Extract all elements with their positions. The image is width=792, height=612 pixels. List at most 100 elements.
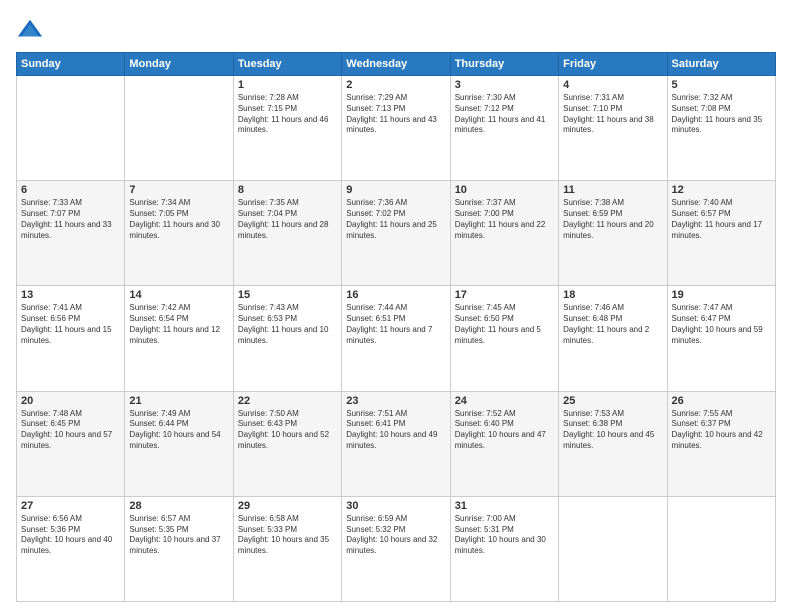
day-number: 5 bbox=[672, 79, 771, 91]
weekday-header-monday: Monday bbox=[125, 53, 233, 76]
day-number: 12 bbox=[672, 184, 771, 196]
logo-icon bbox=[16, 16, 44, 44]
weekday-header-sunday: Sunday bbox=[17, 53, 125, 76]
day-info: Sunrise: 7:42 AMSunset: 6:54 PMDaylight:… bbox=[129, 303, 228, 346]
weekday-header-friday: Friday bbox=[559, 53, 667, 76]
day-info: Sunrise: 7:32 AMSunset: 7:08 PMDaylight:… bbox=[672, 93, 771, 136]
day-info: Sunrise: 7:37 AMSunset: 7:00 PMDaylight:… bbox=[455, 198, 554, 241]
day-cell-12: 12 Sunrise: 7:40 AMSunset: 6:57 PMDayligh… bbox=[667, 181, 775, 286]
day-number: 13 bbox=[21, 289, 120, 301]
day-cell-14: 14 Sunrise: 7:42 AMSunset: 6:54 PMDayligh… bbox=[125, 286, 233, 391]
empty-cell bbox=[559, 496, 667, 601]
week-row-2: 6 Sunrise: 7:33 AMSunset: 7:07 PMDaylight… bbox=[17, 181, 776, 286]
day-number: 10 bbox=[455, 184, 554, 196]
week-row-1: 1 Sunrise: 7:28 AMSunset: 7:15 PMDaylight… bbox=[17, 76, 776, 181]
day-info: Sunrise: 6:56 AMSunset: 5:36 PMDaylight:… bbox=[21, 514, 120, 557]
day-number: 2 bbox=[346, 79, 445, 91]
week-row-5: 27Sunrise: 6:56 AMSunset: 5:36 PMDayligh… bbox=[17, 496, 776, 601]
day-info: Sunrise: 7:38 AMSunset: 6:59 PMDaylight:… bbox=[563, 198, 662, 241]
day-cell-2: 2 Sunrise: 7:29 AMSunset: 7:13 PMDaylight… bbox=[342, 76, 450, 181]
day-info: Sunrise: 6:59 AMSunset: 5:32 PMDaylight:… bbox=[346, 514, 445, 557]
day-info: Sunrise: 7:29 AMSunset: 7:13 PMDaylight:… bbox=[346, 93, 445, 136]
day-info: Sunrise: 7:36 AMSunset: 7:02 PMDaylight:… bbox=[346, 198, 445, 241]
day-number: 22 bbox=[238, 395, 337, 407]
weekday-header-tuesday: Tuesday bbox=[233, 53, 341, 76]
header bbox=[16, 16, 776, 44]
weekday-header-wednesday: Wednesday bbox=[342, 53, 450, 76]
day-info: Sunrise: 7:33 AMSunset: 7:07 PMDaylight:… bbox=[21, 198, 120, 241]
day-number: 30 bbox=[346, 500, 445, 512]
day-info: Sunrise: 7:40 AMSunset: 6:57 PMDaylight:… bbox=[672, 198, 771, 241]
day-number: 31 bbox=[455, 500, 554, 512]
day-cell-23: 23 Sunrise: 7:51 AMSunset: 6:41 PMDayligh… bbox=[342, 391, 450, 496]
day-number: 15 bbox=[238, 289, 337, 301]
weekday-header-row: SundayMondayTuesdayWednesdayThursdayFrid… bbox=[17, 53, 776, 76]
day-cell-22: 22Sunrise: 7:50 AMSunset: 6:43 PMDayligh… bbox=[233, 391, 341, 496]
day-cell-28: 28 Sunrise: 6:57 AMSunset: 5:35 PMDayligh… bbox=[125, 496, 233, 601]
day-number: 21 bbox=[129, 395, 228, 407]
day-number: 19 bbox=[672, 289, 771, 301]
day-info: Sunrise: 7:35 AMSunset: 7:04 PMDaylight:… bbox=[238, 198, 337, 241]
weekday-header-thursday: Thursday bbox=[450, 53, 558, 76]
day-number: 14 bbox=[129, 289, 228, 301]
day-cell-4: 4Sunrise: 7:31 AMSunset: 7:10 PMDaylight… bbox=[559, 76, 667, 181]
day-cell-18: 18 Sunrise: 7:46 AMSunset: 6:48 PMDayligh… bbox=[559, 286, 667, 391]
logo bbox=[16, 16, 48, 44]
day-number: 6 bbox=[21, 184, 120, 196]
day-cell-11: 11 Sunrise: 7:38 AMSunset: 6:59 PMDayligh… bbox=[559, 181, 667, 286]
day-cell-31: 31 Sunrise: 7:00 AMSunset: 5:31 PMDayligh… bbox=[450, 496, 558, 601]
day-number: 1 bbox=[238, 79, 337, 91]
day-info: Sunrise: 7:28 AMSunset: 7:15 PMDaylight:… bbox=[238, 93, 337, 136]
day-cell-30: 30 Sunrise: 6:59 AMSunset: 5:32 PMDayligh… bbox=[342, 496, 450, 601]
day-cell-1: 1 Sunrise: 7:28 AMSunset: 7:15 PMDaylight… bbox=[233, 76, 341, 181]
day-info: Sunrise: 6:58 AMSunset: 5:33 PMDaylight:… bbox=[238, 514, 337, 557]
day-number: 28 bbox=[129, 500, 228, 512]
day-cell-16: 16 Sunrise: 7:44 AMSunset: 6:51 PMDayligh… bbox=[342, 286, 450, 391]
day-info: Sunrise: 7:48 AMSunset: 6:45 PMDaylight:… bbox=[21, 409, 120, 452]
day-info: Sunrise: 6:57 AMSunset: 5:35 PMDaylight:… bbox=[129, 514, 228, 557]
day-number: 16 bbox=[346, 289, 445, 301]
day-number: 11 bbox=[563, 184, 662, 196]
day-cell-17: 17Sunrise: 7:45 AMSunset: 6:50 PMDayligh… bbox=[450, 286, 558, 391]
day-cell-9: 9 Sunrise: 7:36 AMSunset: 7:02 PMDaylight… bbox=[342, 181, 450, 286]
day-number: 4 bbox=[563, 79, 662, 91]
empty-cell bbox=[125, 76, 233, 181]
day-cell-8: 8 Sunrise: 7:35 AMSunset: 7:04 PMDaylight… bbox=[233, 181, 341, 286]
day-info: Sunrise: 7:55 AMSunset: 6:37 PMDaylight:… bbox=[672, 409, 771, 452]
empty-cell bbox=[667, 496, 775, 601]
day-info: Sunrise: 7:53 AMSunset: 6:38 PMDaylight:… bbox=[563, 409, 662, 452]
day-cell-25: 25 Sunrise: 7:53 AMSunset: 6:38 PMDayligh… bbox=[559, 391, 667, 496]
day-number: 25 bbox=[563, 395, 662, 407]
day-info: Sunrise: 7:49 AMSunset: 6:44 PMDaylight:… bbox=[129, 409, 228, 452]
day-number: 20 bbox=[21, 395, 120, 407]
day-number: 7 bbox=[129, 184, 228, 196]
day-cell-20: 20 Sunrise: 7:48 AMSunset: 6:45 PMDayligh… bbox=[17, 391, 125, 496]
day-cell-13: 13Sunrise: 7:41 AMSunset: 6:56 PMDayligh… bbox=[17, 286, 125, 391]
day-cell-10: 10 Sunrise: 7:37 AMSunset: 7:00 PMDayligh… bbox=[450, 181, 558, 286]
day-info: Sunrise: 7:52 AMSunset: 6:40 PMDaylight:… bbox=[455, 409, 554, 452]
day-number: 9 bbox=[346, 184, 445, 196]
day-info: Sunrise: 7:47 AMSunset: 6:47 PMDaylight:… bbox=[672, 303, 771, 346]
day-info: Sunrise: 7:00 AMSunset: 5:31 PMDaylight:… bbox=[455, 514, 554, 557]
weekday-header-saturday: Saturday bbox=[667, 53, 775, 76]
day-info: Sunrise: 7:44 AMSunset: 6:51 PMDaylight:… bbox=[346, 303, 445, 346]
day-info: Sunrise: 7:30 AMSunset: 7:12 PMDaylight:… bbox=[455, 93, 554, 136]
day-info: Sunrise: 7:51 AMSunset: 6:41 PMDaylight:… bbox=[346, 409, 445, 452]
day-cell-6: 6 Sunrise: 7:33 AMSunset: 7:07 PMDaylight… bbox=[17, 181, 125, 286]
day-cell-15: 15 Sunrise: 7:43 AMSunset: 6:53 PMDayligh… bbox=[233, 286, 341, 391]
week-row-4: 20 Sunrise: 7:48 AMSunset: 6:45 PMDayligh… bbox=[17, 391, 776, 496]
day-info: Sunrise: 7:34 AMSunset: 7:05 PMDaylight:… bbox=[129, 198, 228, 241]
day-info: Sunrise: 7:46 AMSunset: 6:48 PMDaylight:… bbox=[563, 303, 662, 346]
day-number: 23 bbox=[346, 395, 445, 407]
calendar-table: SundayMondayTuesdayWednesdayThursdayFrid… bbox=[16, 52, 776, 602]
day-number: 8 bbox=[238, 184, 337, 196]
day-number: 18 bbox=[563, 289, 662, 301]
day-cell-3: 3Sunrise: 7:30 AMSunset: 7:12 PMDaylight… bbox=[450, 76, 558, 181]
day-info: Sunrise: 7:43 AMSunset: 6:53 PMDaylight:… bbox=[238, 303, 337, 346]
day-cell-26: 26Sunrise: 7:55 AMSunset: 6:37 PMDayligh… bbox=[667, 391, 775, 496]
day-cell-24: 24Sunrise: 7:52 AMSunset: 6:40 PMDayligh… bbox=[450, 391, 558, 496]
page: SundayMondayTuesdayWednesdayThursdayFrid… bbox=[0, 0, 792, 612]
day-cell-19: 19 Sunrise: 7:47 AMSunset: 6:47 PMDayligh… bbox=[667, 286, 775, 391]
day-cell-21: 21 Sunrise: 7:49 AMSunset: 6:44 PMDayligh… bbox=[125, 391, 233, 496]
day-cell-29: 29Sunrise: 6:58 AMSunset: 5:33 PMDayligh… bbox=[233, 496, 341, 601]
